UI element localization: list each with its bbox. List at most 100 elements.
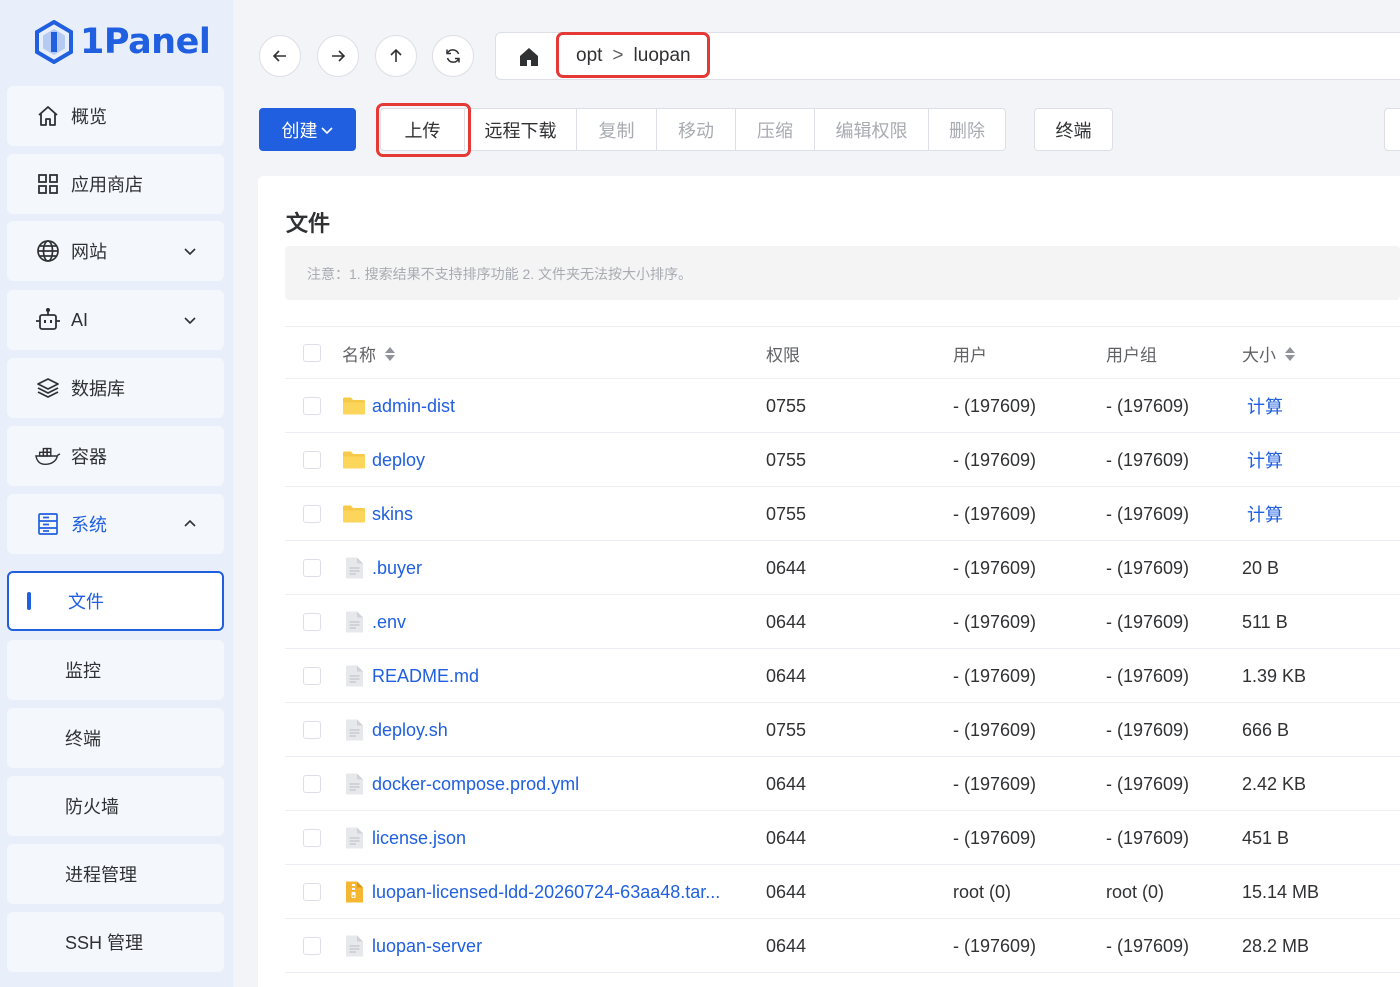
sidebar-item-database[interactable]: 数据库 xyxy=(7,358,224,418)
row-checkbox[interactable] xyxy=(303,883,321,901)
more-toolbar-button[interactable] xyxy=(1384,108,1400,151)
notice-banner: 注意：1. 搜索结果不支持排序功能 2. 文件夹无法按大小排序。 xyxy=(285,246,1400,300)
table-row[interactable]: .buyer 0644 - (197609) - (197609) 20 B xyxy=(285,541,1400,595)
file-name-link[interactable]: README.md xyxy=(372,666,479,687)
sidebar-subitem-ssh[interactable]: SSH 管理 xyxy=(7,912,224,972)
table-row[interactable]: docker-compose.prod.yml 0644 - (197609) - (… xyxy=(285,757,1400,811)
sidebar-item-container[interactable]: 容器 xyxy=(7,426,224,486)
row-checkbox[interactable] xyxy=(303,667,321,685)
sidebar-subitem-terminal[interactable]: 终端 xyxy=(7,708,224,768)
sidebar-subitem-firewall[interactable]: 防火墙 xyxy=(7,776,224,836)
file-name-cell[interactable]: docker-compose.prod.yml xyxy=(342,757,747,811)
table-row[interactable]: deploy 0755 - (197609) - (197609) 计算 xyxy=(285,433,1400,487)
permission-cell[interactable]: 0755 xyxy=(766,487,806,541)
permission-cell[interactable]: 0644 xyxy=(766,595,806,649)
file-name-link[interactable]: .env xyxy=(372,612,406,633)
chevron-down-icon xyxy=(320,126,333,134)
row-checkbox[interactable] xyxy=(303,451,321,469)
group-cell: - (197609) xyxy=(1106,649,1189,703)
sidebar-item-app-store[interactable]: 应用商店 xyxy=(7,154,224,214)
calculate-size-link[interactable]: 计算 xyxy=(1247,501,1283,527)
sidebar-subitem-process[interactable]: 进程管理 xyxy=(7,844,224,904)
copy-button[interactable]: 复制 xyxy=(576,108,657,151)
file-name-link[interactable]: luopan-licensed-ldd-20260724-63aa48.tar.… xyxy=(372,882,720,903)
row-checkbox[interactable] xyxy=(303,505,321,523)
parent-dir-button[interactable] xyxy=(375,35,417,77)
size-cell[interactable]: 计算 xyxy=(1247,487,1283,541)
row-checkbox[interactable] xyxy=(303,937,321,955)
select-all-checkbox[interactable] xyxy=(303,344,321,362)
terminal-button[interactable]: 终端 xyxy=(1034,108,1113,151)
calculate-size-link[interactable]: 计算 xyxy=(1247,393,1283,419)
row-checkbox[interactable] xyxy=(303,613,321,631)
file-name-cell[interactable]: deploy.sh xyxy=(342,703,747,757)
edit-permission-button[interactable]: 编辑权限 xyxy=(814,108,929,151)
sidebar-item-overview[interactable]: 概览 xyxy=(7,86,224,146)
permission-cell[interactable]: 0755 xyxy=(766,433,806,487)
file-name-link[interactable]: docker-compose.prod.yml xyxy=(372,774,579,795)
table-row[interactable]: luopan-licensed-ldd-20260724-63aa48.tar.… xyxy=(285,865,1400,919)
user-cell: root (0) xyxy=(953,865,1011,919)
file-name-cell[interactable]: deploy xyxy=(342,433,747,487)
create-button[interactable]: 创建 xyxy=(259,108,356,151)
user-cell: - (197609) xyxy=(953,433,1036,487)
permission-cell[interactable]: 0644 xyxy=(766,541,806,595)
permission-cell[interactable]: 0644 xyxy=(766,757,806,811)
permission-cell[interactable]: 0644 xyxy=(766,865,806,919)
row-checkbox[interactable] xyxy=(303,775,321,793)
forward-button[interactable] xyxy=(317,35,359,77)
file-name-link[interactable]: .buyer xyxy=(372,558,422,579)
table-row[interactable]: admin-dist 0755 - (197609) - (197609) 计算 xyxy=(285,379,1400,433)
user-value: - (197609) xyxy=(953,611,1037,632)
delete-button[interactable]: 删除 xyxy=(928,108,1006,151)
table-row[interactable]: deploy.sh 0755 - (197609) - (197609) 666 B xyxy=(285,703,1400,757)
file-name-link[interactable]: skins xyxy=(372,504,413,525)
move-button[interactable]: 移动 xyxy=(656,108,736,151)
permission-cell[interactable]: 0644 xyxy=(766,649,806,703)
file-name-cell[interactable]: license.json xyxy=(342,811,747,865)
file-name-link[interactable]: deploy xyxy=(372,450,425,471)
refresh-button[interactable] xyxy=(432,35,474,77)
row-checkbox[interactable] xyxy=(303,829,321,847)
calculate-size-link[interactable]: 计算 xyxy=(1247,447,1283,473)
file-name-link[interactable]: admin-dist xyxy=(372,396,455,417)
row-checkbox[interactable] xyxy=(303,559,321,577)
file-name-cell[interactable]: skins xyxy=(342,487,747,541)
size-cell[interactable]: 计算 xyxy=(1247,433,1283,487)
column-header-name[interactable]: 名称 xyxy=(342,327,747,380)
table-row[interactable]: skins 0755 - (197609) - (197609) 计算 xyxy=(285,487,1400,541)
logo[interactable]: 1Panel xyxy=(34,20,211,64)
sidebar-item-website[interactable]: 网站 xyxy=(7,221,224,281)
sidebar-item-ai[interactable]: AI xyxy=(7,290,224,350)
permission-cell[interactable]: 0644 xyxy=(766,811,806,865)
sidebar-subitem-monitor[interactable]: 监控 xyxy=(7,640,224,700)
file-name-link[interactable]: deploy.sh xyxy=(372,720,448,741)
file-name-link[interactable]: luopan-server xyxy=(372,936,482,957)
user-cell: - (197609) xyxy=(953,379,1036,433)
file-name-cell[interactable]: .env xyxy=(342,595,747,649)
table-row[interactable]: .env 0644 - (197609) - (197609) 511 B xyxy=(285,595,1400,649)
table-row[interactable]: license.json 0644 - (197609) - (197609) 451 … xyxy=(285,811,1400,865)
group-value: - (197609) xyxy=(1106,773,1190,794)
compress-button[interactable]: 压缩 xyxy=(735,108,815,151)
file-name-cell[interactable]: luopan-licensed-ldd-20260724-63aa48.tar.… xyxy=(342,865,747,919)
permission-cell[interactable]: 0755 xyxy=(766,379,806,433)
back-button[interactable] xyxy=(259,35,301,77)
size-cell[interactable]: 计算 xyxy=(1247,379,1283,433)
sidebar-item-system[interactable]: 系统 xyxy=(7,494,224,554)
group-cell: - (197609) xyxy=(1106,433,1189,487)
remote-download-button[interactable]: 远程下载 xyxy=(464,108,577,151)
sidebar-subitem-files[interactable]: 文件 xyxy=(7,571,224,631)
file-name-cell[interactable]: luopan-server xyxy=(342,919,747,973)
file-name-link[interactable]: license.json xyxy=(372,828,466,849)
table-row[interactable]: luopan-server 0644 - (197609) - (197609) 28.… xyxy=(285,919,1400,973)
column-header-size[interactable]: 大小 xyxy=(1242,327,1296,380)
permission-cell[interactable]: 0755 xyxy=(766,703,806,757)
row-checkbox[interactable] xyxy=(303,721,321,739)
table-row[interactable]: README.md 0644 - (197609) - (197609) 1.39 KB xyxy=(285,649,1400,703)
permission-cell[interactable]: 0644 xyxy=(766,919,806,973)
file-name-cell[interactable]: admin-dist xyxy=(342,379,747,433)
file-name-cell[interactable]: README.md xyxy=(342,649,747,703)
row-checkbox[interactable] xyxy=(303,397,321,415)
file-name-cell[interactable]: .buyer xyxy=(342,541,747,595)
